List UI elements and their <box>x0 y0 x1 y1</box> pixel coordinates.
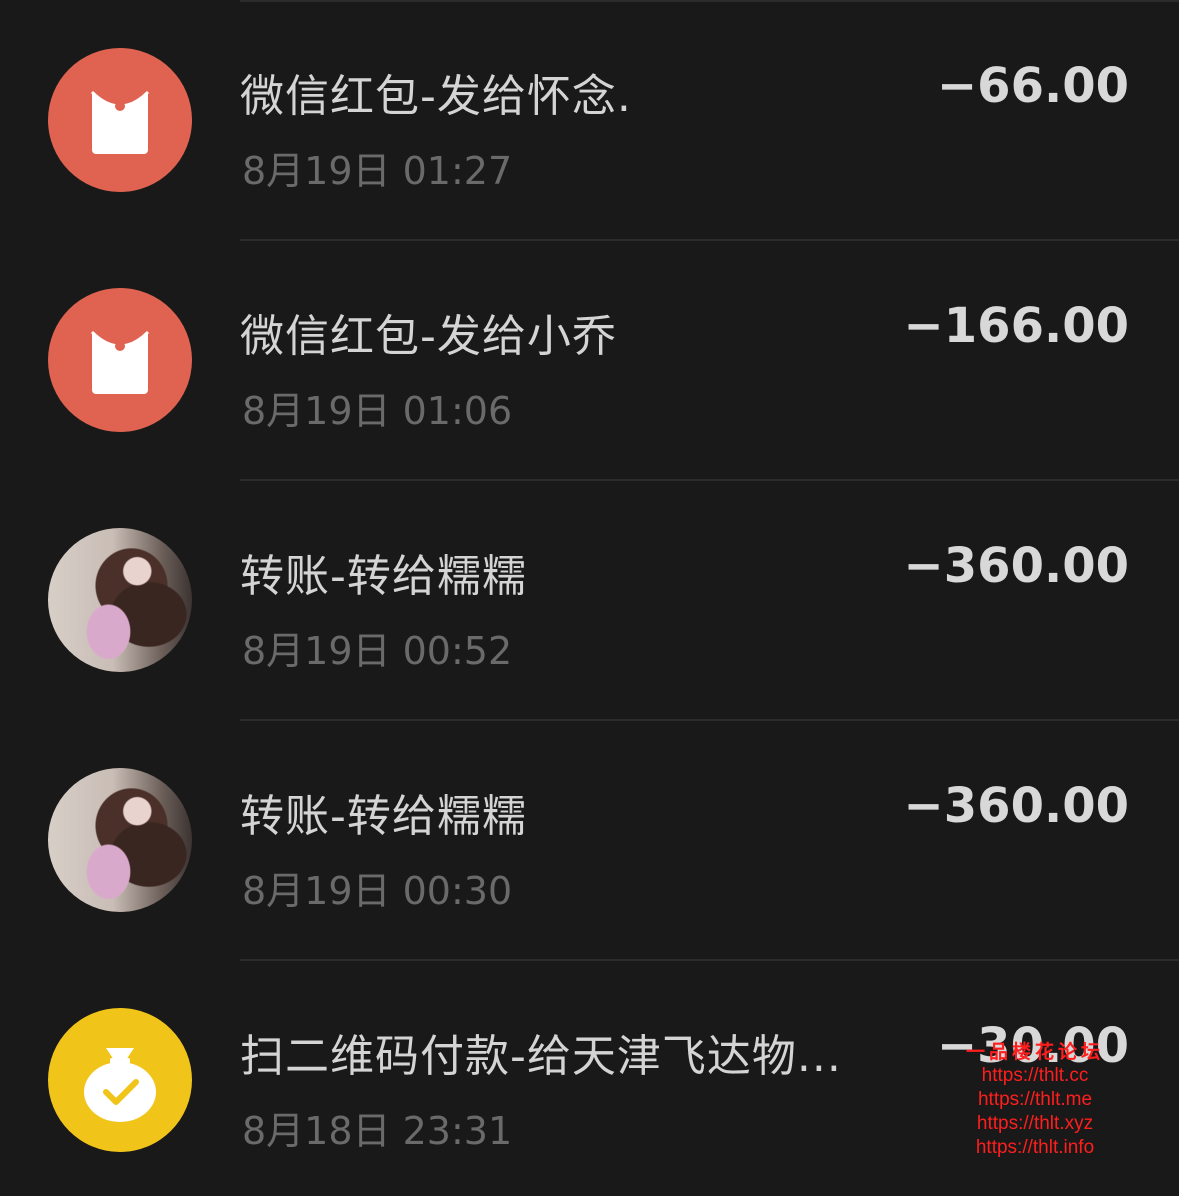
transaction-amount: −360.00 <box>903 778 1129 834</box>
watermark-url: https://thlt.info <box>975 1137 1095 1158</box>
watermark-url: https://thlt.me <box>977 1089 1093 1110</box>
red-packet-icon <box>48 48 192 192</box>
transaction-amount: −166.00 <box>903 298 1129 354</box>
transaction-row[interactable]: 微信红包-发给小乔 8月19日 01:06 −166.00 <box>0 240 1179 481</box>
transaction-row[interactable]: 转账-转给糯糯 8月19日 00:52 −360.00 <box>0 480 1179 721</box>
watermark-title: 一品楼花论坛 <box>965 1041 1104 1063</box>
transaction-title: 微信红包-发给怀念. <box>240 71 632 122</box>
transaction-title: 扫二维码付款-给天津飞达物... <box>240 1031 842 1082</box>
money-bag-check-icon <box>48 1008 192 1152</box>
transaction-time: 8月18日 23:31 <box>242 1109 513 1153</box>
watermark-url: https://thlt.xyz <box>976 1113 1094 1134</box>
transaction-row[interactable]: 微信红包-发给怀念. 8月19日 01:27 −66.00 <box>0 0 1179 241</box>
transaction-row[interactable]: 转账-转给糯糯 8月19日 00:30 −360.00 <box>0 720 1179 961</box>
red-packet-icon <box>48 288 192 432</box>
transaction-title: 微信红包-发给小乔 <box>240 311 617 362</box>
transaction-amount: −360.00 <box>903 538 1129 594</box>
transaction-amount: −66.00 <box>936 58 1129 114</box>
transaction-time: 8月19日 00:52 <box>242 629 513 673</box>
avatar <box>48 528 192 672</box>
watermark-url: https://thlt.cc <box>981 1065 1089 1086</box>
avatar <box>48 768 192 912</box>
transaction-title: 转账-转给糯糯 <box>240 551 527 602</box>
transaction-time: 8月19日 01:06 <box>242 389 513 433</box>
transaction-time: 8月19日 01:27 <box>242 149 513 193</box>
transaction-list: 微信红包-发给怀念. 8月19日 01:27 −66.00 微信红包-发给小乔 … <box>0 0 1179 1196</box>
transaction-time: 8月19日 00:30 <box>242 869 513 913</box>
transaction-title: 转账-转给糯糯 <box>240 791 527 842</box>
watermark: 一品楼花论坛 https://thlt.cc https://thlt.me h… <box>940 1040 1130 1160</box>
